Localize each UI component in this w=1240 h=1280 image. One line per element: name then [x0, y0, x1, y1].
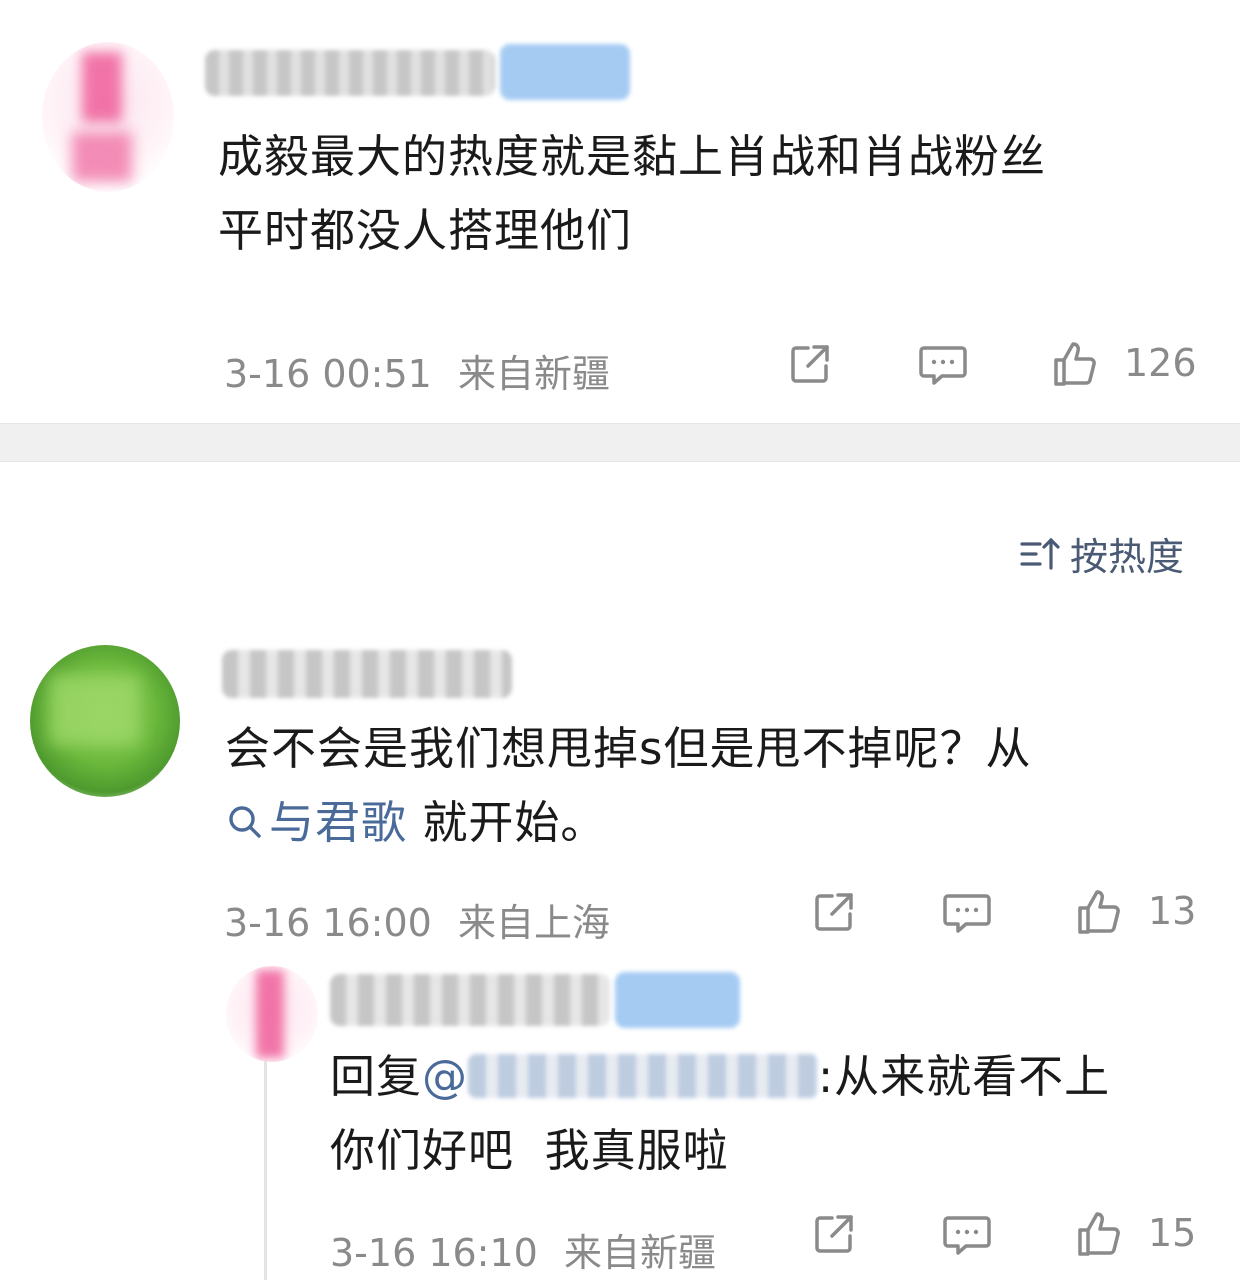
comment-text-line: 平时都没人搭理他们: [218, 204, 633, 257]
reply-text-after-mention: :从来就看不上: [818, 1050, 1111, 1103]
like-button[interactable]: 13: [1076, 886, 1196, 936]
location: 来自上海: [457, 901, 610, 945]
comment-text: 会不会是我们想甩掉s但是甩不掉呢？从 与君歌 就开始。: [225, 712, 1031, 860]
thumbs-up-icon: [1078, 890, 1120, 934]
comment-meta: 3-16 16:00 来自上海: [224, 892, 610, 947]
mention-name-redacted: [468, 1054, 819, 1098]
comment-icon: [943, 894, 991, 933]
thread-line: [264, 1060, 267, 1280]
timestamp: 3-16 00:51: [224, 352, 432, 396]
location: 来自新疆: [563, 1231, 716, 1275]
like-button[interactable]: 15: [1076, 1208, 1196, 1258]
topic-link[interactable]: 与君歌: [225, 796, 407, 849]
share-button[interactable]: [810, 888, 858, 936]
username[interactable]: [330, 966, 740, 1034]
like-count: 13: [1148, 889, 1197, 933]
share-button[interactable]: [786, 340, 834, 388]
share-icon: [791, 345, 829, 383]
comment-text: 成毅最大的热度就是黏上肖战和肖战粉丝 平时都没人搭理他们: [218, 120, 1046, 268]
avatar[interactable]: [226, 966, 318, 1062]
timestamp: 3-16 16:10: [330, 1231, 538, 1275]
avatar[interactable]: [42, 42, 174, 192]
share-button[interactable]: [810, 1210, 858, 1258]
mention-link[interactable]: @: [422, 1050, 819, 1103]
comment-button[interactable]: [942, 1210, 992, 1258]
reply-text-line: 回复@:从来就看不上: [330, 1040, 1110, 1114]
location: 来自新疆: [457, 352, 610, 396]
timestamp: 3-16 16:00: [224, 901, 432, 945]
thumbs-up-icon: [1054, 342, 1096, 386]
search-icon: [229, 806, 261, 838]
comment-text-line: 会不会是我们想甩掉s但是甩不掉呢？从: [225, 722, 1032, 775]
comment-icon: [943, 1216, 991, 1255]
topic-label: 与君歌: [269, 796, 408, 849]
thumbs-up-icon: [1078, 1212, 1120, 1256]
reply-text-line: 你们好吧 我真服啦: [330, 1124, 729, 1177]
comment-text-line: 与君歌 就开始。: [225, 786, 1031, 860]
avatar[interactable]: [30, 645, 180, 797]
section-divider: [0, 423, 1240, 462]
username[interactable]: [205, 40, 630, 104]
comment-button[interactable]: [942, 888, 992, 936]
reply-meta: 3-16 16:10 来自新疆: [330, 1222, 716, 1277]
comment-meta: 3-16 00:51 来自新疆: [224, 343, 610, 398]
comment-text-line: 成毅最大的热度就是黏上肖战和肖战粉丝: [218, 130, 1047, 183]
username[interactable]: [222, 640, 522, 706]
reply-prefix: 回复: [330, 1050, 423, 1103]
comment-button[interactable]: [918, 340, 968, 388]
share-icon: [815, 1215, 853, 1253]
sort-icon: [1020, 537, 1060, 570]
sort-label: 按热度: [1069, 535, 1184, 579]
comment-icon: [919, 346, 967, 385]
reply-text: 回复@:从来就看不上 你们好吧 我真服啦: [330, 1040, 1110, 1188]
like-button[interactable]: 126: [1052, 338, 1197, 388]
like-count: 126: [1124, 341, 1197, 385]
sort-toggle[interactable]: 按热度: [1018, 526, 1184, 581]
share-icon: [815, 893, 853, 931]
like-count: 15: [1148, 1211, 1197, 1255]
comment-text-tail: 就开始。: [407, 796, 607, 849]
